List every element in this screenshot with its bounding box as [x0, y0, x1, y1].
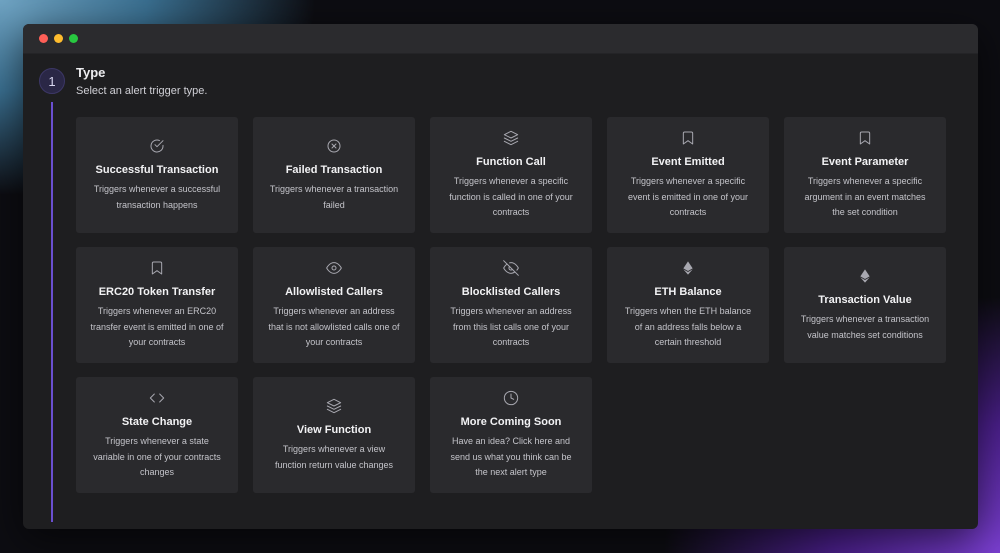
close-window-button[interactable]: [39, 34, 48, 43]
bookmark-icon: [148, 259, 166, 277]
minimize-window-button[interactable]: [54, 34, 63, 43]
x-circle-icon: [325, 137, 343, 155]
clock-icon: [502, 389, 520, 407]
trigger-card-view-function[interactable]: View Function Triggers whenever a view fu…: [253, 377, 415, 493]
trigger-card-description: Triggers whenever an ERC20 transfer even…: [90, 306, 224, 348]
trigger-card-title: Transaction Value: [818, 294, 912, 306]
trigger-card-description: Triggers whenever a view function return…: [274, 444, 394, 470]
trigger-type-grid: Successful Transaction Triggers whenever …: [76, 117, 946, 493]
trigger-card-successful-transaction[interactable]: Successful Transaction Triggers whenever …: [76, 117, 238, 233]
title-bar: [23, 24, 978, 54]
step-title: Type: [76, 65, 106, 80]
trigger-card-event-emitted[interactable]: Event Emitted Triggers whenever a specifi…: [607, 117, 769, 233]
trigger-card-title: Successful Transaction: [95, 164, 219, 176]
bookmark-icon: [856, 129, 874, 147]
trigger-card-description: Triggers whenever a successful transacti…: [93, 184, 221, 210]
layers-icon: [502, 129, 520, 147]
trigger-card-title: State Change: [121, 416, 193, 429]
app-window: 1 Type Select an alert trigger type. Suc…: [23, 24, 978, 529]
trigger-card-transaction-value[interactable]: Transaction Value Triggers whenever a tra…: [784, 247, 946, 363]
trigger-card-description: Triggers whenever a specific event is em…: [627, 176, 749, 218]
trigger-card-title: Event Parameter: [821, 156, 909, 169]
trigger-card-more-coming-soon[interactable]: More Coming Soon Have an idea? Click here…: [430, 377, 592, 493]
trigger-card-description: Triggers whenever a transaction value ma…: [800, 314, 930, 340]
trigger-card-function-call[interactable]: Function Call Triggers whenever a specifi…: [430, 117, 592, 233]
trigger-card-title: ETH Balance: [654, 286, 722, 299]
trigger-card-allowlisted-callers[interactable]: Allowlisted Callers Triggers whenever an …: [253, 247, 415, 363]
ethereum-icon: [679, 259, 697, 277]
trigger-card-description: Triggers when the ETH balance of an addr…: [624, 306, 752, 348]
code-icon: [148, 389, 166, 407]
ethereum-icon: [856, 267, 874, 285]
step-subtitle: Select an alert trigger type.: [76, 85, 208, 97]
eye-off-icon: [502, 259, 520, 277]
layers-icon: [325, 397, 343, 415]
step-progress-line: [51, 102, 53, 522]
trigger-card-title: Blocklisted Callers: [461, 286, 561, 299]
trigger-card-failed-transaction[interactable]: Failed Transaction Triggers whenever a tr…: [253, 117, 415, 233]
trigger-card-description: Triggers whenever a specific function is…: [449, 176, 573, 218]
trigger-card-description: Have an idea? Click here and send us wha…: [450, 436, 572, 478]
trigger-card-erc20-token-transfer[interactable]: ERC20 Token Transfer Triggers whenever an…: [76, 247, 238, 363]
trigger-card-description: Triggers whenever a specific argument in…: [804, 176, 926, 218]
trigger-card-title: ERC20 Token Transfer: [98, 286, 216, 299]
alert-setup-content: 1 Type Select an alert trigger type. Suc…: [23, 54, 978, 529]
trigger-card-title: Event Emitted: [651, 156, 725, 169]
trigger-card-title: Allowlisted Callers: [285, 286, 383, 299]
trigger-card-title: More Coming Soon: [460, 416, 562, 429]
trigger-card-description: Triggers whenever a transaction failed: [269, 184, 399, 210]
trigger-card-blocklisted-callers[interactable]: Blocklisted Callers Triggers whenever an …: [430, 247, 592, 363]
step-number-badge: 1: [39, 68, 65, 94]
trigger-card-description: Triggers whenever an address that is not…: [268, 306, 400, 348]
trigger-card-title: View Function: [296, 424, 372, 436]
bookmark-icon: [679, 129, 697, 147]
trigger-card-state-change[interactable]: State Change Triggers whenever a state va…: [76, 377, 238, 493]
trigger-card-description: Triggers whenever an address from this l…: [450, 306, 572, 348]
trigger-card-title: Function Call: [476, 156, 546, 169]
trigger-card-event-parameter[interactable]: Event Parameter Triggers whenever a speci…: [784, 117, 946, 233]
trigger-card-eth-balance[interactable]: ETH Balance Triggers when the ETH balance…: [607, 247, 769, 363]
check-circle-icon: [148, 137, 166, 155]
trigger-card-description: Triggers whenever a state variable in on…: [93, 436, 221, 478]
eye-icon: [325, 259, 343, 277]
trigger-card-title: Failed Transaction: [285, 164, 383, 176]
maximize-window-button[interactable]: [69, 34, 78, 43]
